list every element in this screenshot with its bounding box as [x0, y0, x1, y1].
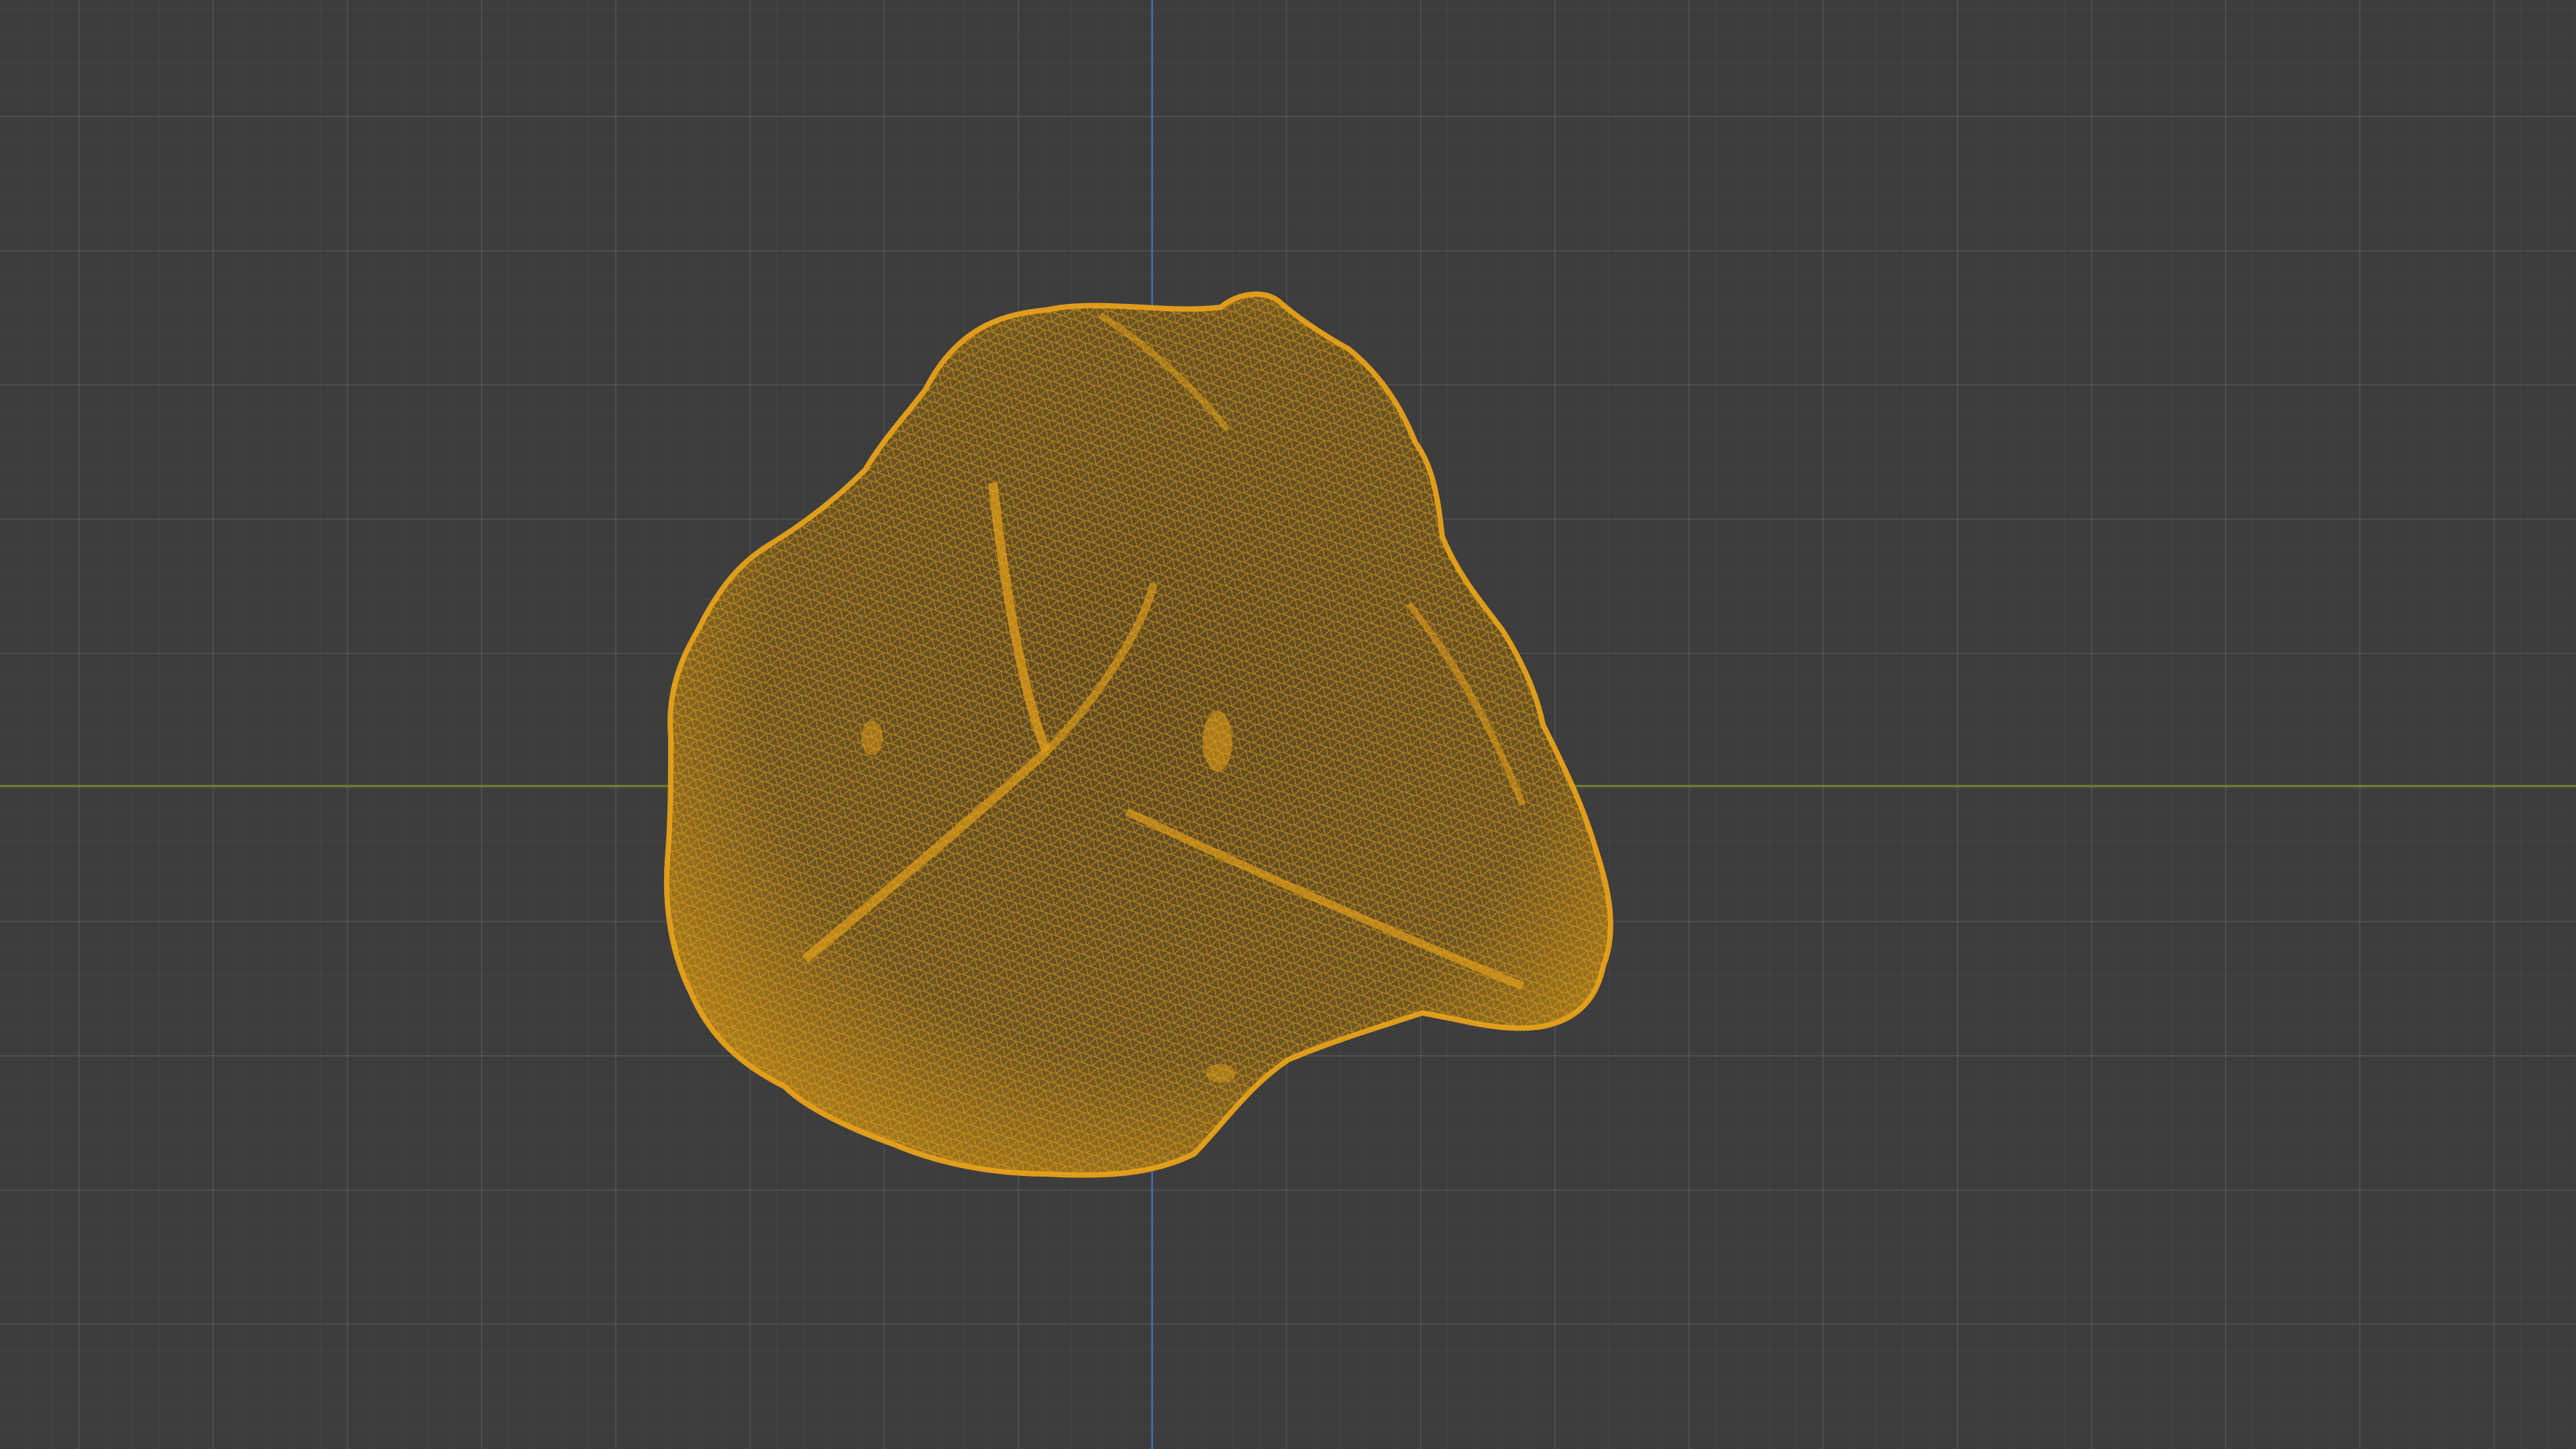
- rock-body: [637, 268, 1644, 1208]
- 3d-viewport[interactable]: [0, 0, 2576, 1449]
- rock-wireframe-mesh[interactable]: [0, 0, 2576, 1449]
